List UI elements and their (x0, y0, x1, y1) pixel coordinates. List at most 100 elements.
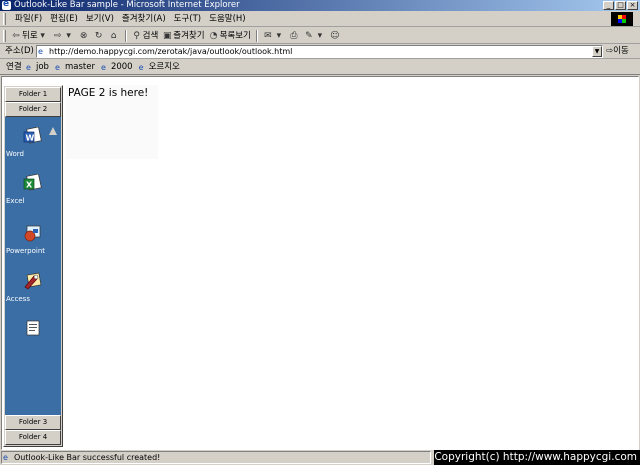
browser-content: Folder 1 Folder 2 W Word X Excel Powerpo… (1, 76, 639, 450)
link-page-icon: e (100, 62, 106, 72)
svg-text:X: X (26, 181, 33, 190)
folder-1-button[interactable]: Folder 1 (5, 87, 61, 102)
menu-bar: 파일(F) 편집(E) 보기(V) 즐겨찾기(A) 도구(T) 도움말(H) (0, 11, 640, 27)
address-input[interactable]: e http://demo.happycgi.com/zerotak/java/… (36, 45, 603, 58)
search-icon: ⚲ (133, 31, 140, 41)
minimize-button[interactable]: _ (603, 1, 614, 10)
go-button[interactable]: ⇨이동 (606, 45, 629, 58)
folder-4-button[interactable]: Folder 4 (5, 430, 61, 445)
menu-view[interactable]: 보기(V) (82, 13, 118, 25)
back-label: 뒤로 (22, 31, 38, 41)
mail-button[interactable]: ✉ ▾ (261, 31, 287, 41)
print-icon: ⎙ (290, 31, 298, 41)
chevron-down-icon: ▾ (317, 31, 323, 41)
home-icon: ⌂ (110, 31, 117, 41)
refresh-icon: ↻ (94, 31, 103, 41)
windows-logo-icon (611, 12, 633, 26)
tool-item-powerpoint[interactable]: Powerpoint (5, 218, 61, 266)
toolbar-grip[interactable] (3, 30, 6, 42)
history-icon: ◔ (209, 31, 218, 41)
folder-3-button[interactable]: Folder 3 (5, 415, 61, 430)
tool-label-word: Word (6, 150, 24, 158)
edit-icon: ✎ (305, 31, 313, 41)
print-button[interactable]: ⎙ (287, 31, 302, 41)
link-master[interactable]: e master (55, 61, 95, 73)
powerpoint-icon (24, 225, 41, 242)
address-dropdown-button[interactable]: ▼ (592, 46, 602, 57)
chevron-down-icon: ▾ (40, 31, 45, 41)
back-button[interactable]: ⇦ 뒤로 ▾ (9, 29, 51, 43)
svg-text:W: W (26, 134, 35, 143)
tool-label-access: Access (6, 295, 30, 303)
history-label: 목록보기 (219, 31, 251, 41)
search-button[interactable]: ⚲ 검색 (130, 29, 161, 43)
link-page-icon: e (26, 62, 31, 72)
status-message: Outlook-Like Bar successful created! (14, 453, 161, 462)
mail-icon: ✉ (264, 31, 272, 41)
menu-favorites[interactable]: 즐겨찾기(A) (118, 13, 170, 25)
word-icon: W (23, 127, 42, 144)
tool-item-access[interactable]: Access (5, 266, 61, 314)
close-button[interactable]: × (627, 1, 638, 10)
messenger-button[interactable]: ☺ (328, 31, 343, 41)
excel-icon: X (23, 174, 42, 191)
address-bar: 주소(D) e http://demo.happycgi.com/zerotak… (0, 44, 640, 59)
menu-tools[interactable]: 도구(T) (170, 13, 205, 25)
favorites-label: 즐겨찾기 (173, 31, 205, 41)
page-icon: e (38, 47, 43, 56)
stop-button[interactable]: ⊗ (77, 31, 92, 41)
favorites-folder-icon: ▣ (163, 31, 172, 41)
link-orzio[interactable]: e 오르지오 (139, 61, 180, 73)
search-label: 검색 (142, 31, 159, 41)
refresh-button[interactable]: ↻ (92, 31, 107, 41)
menu-edit[interactable]: 편집(E) (46, 13, 82, 25)
link-label: job (36, 62, 49, 72)
menu-grip[interactable] (3, 13, 6, 25)
page-icon: e (3, 453, 8, 462)
tool-label-excel: Excel (6, 197, 25, 205)
link-2000[interactable]: e 2000 (101, 61, 133, 73)
standard-toolbar: ⇦ 뒤로 ▾ ⇨ ▾ ⊗ ↻ ⌂ ⚲ 검색 ▣ 즐겨찾기 ◔ 목록보기 ✉ ▾ ⎙… (0, 28, 640, 44)
window-title: Outlook-Like Bar sample - Microsoft Inte… (14, 0, 240, 10)
home-button[interactable]: ⌂ (107, 31, 122, 41)
status-bar: e Outlook-Like Bar successful created! C… (0, 450, 640, 465)
folder-2-button[interactable]: Folder 2 (5, 102, 61, 117)
link-label: 오르지오 (148, 62, 180, 72)
window-controls: _ □ × (603, 1, 638, 10)
edit-button[interactable]: ✎ ▾ (302, 31, 328, 41)
stop-icon: ⊗ (79, 31, 88, 41)
copyright-notice: Copyright(c) http://www.happycgi.com (434, 450, 640, 465)
link-label: master (64, 62, 95, 72)
menu-items: 파일(F) 편집(E) 보기(V) 즐겨찾기(A) 도구(T) 도움말(H) (11, 13, 250, 25)
toolbar-separator (124, 30, 127, 42)
link-job[interactable]: e job (26, 61, 49, 73)
tool-item-excel[interactable]: X Excel (5, 168, 61, 216)
title-bar: Outlook-Like Bar sample - Microsoft Inte… (0, 0, 640, 11)
favorites-button[interactable]: ▣ 즐겨찾기 (160, 29, 206, 43)
outlook-bar: Folder 1 Folder 2 W Word X Excel Powerpo… (3, 85, 63, 447)
toolbar-separator (255, 30, 258, 42)
folder-2-panel: W Word X Excel Powerpoint Access (5, 117, 61, 415)
tool-item-partial[interactable] (5, 313, 61, 361)
history-button[interactable]: ◔ 목록보기 (207, 29, 253, 43)
forward-arrow-icon: ⇨ (53, 31, 62, 41)
menu-help[interactable]: 도움말(H) (205, 13, 249, 25)
maximize-button[interactable]: □ (615, 1, 626, 10)
link-page-icon: e (138, 62, 144, 72)
forward-button[interactable]: ⇨ ▾ (51, 31, 77, 41)
go-label: 이동 (613, 46, 629, 56)
page-message: PAGE 2 is here! (68, 87, 149, 99)
menu-file[interactable]: 파일(F) (11, 13, 46, 25)
tool-item-word[interactable]: W Word (5, 121, 61, 169)
access-icon (24, 272, 42, 290)
chevron-down-icon: ▾ (66, 31, 71, 41)
document-icon (26, 320, 40, 336)
address-label: 주소(D) (5, 46, 34, 56)
status-panel: e Outlook-Like Bar successful created! (1, 451, 431, 464)
back-arrow-icon: ⇦ (12, 31, 20, 41)
ie-icon (2, 0, 11, 10)
tool-label-powerpoint: Powerpoint (6, 247, 46, 255)
address-url: http://demo.happycgi.com/zerotak/java/ou… (49, 47, 293, 56)
link-page-icon: e (54, 62, 60, 72)
chevron-down-icon: ▾ (276, 31, 282, 41)
